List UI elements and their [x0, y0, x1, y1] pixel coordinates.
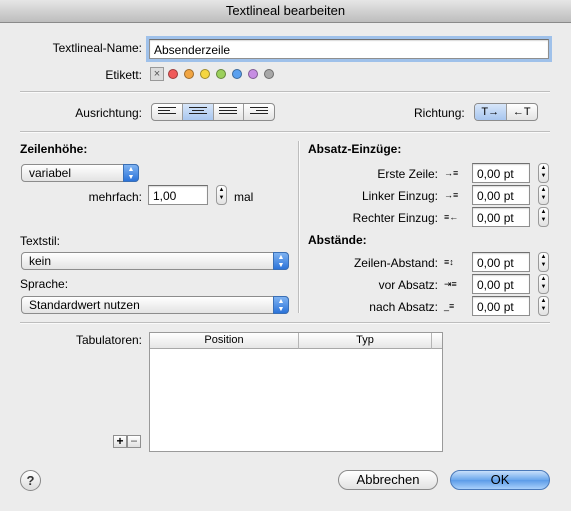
line-height-heading: Zeilenhöhe:	[20, 142, 88, 156]
align-right-button[interactable]	[243, 104, 274, 120]
line-height-popup[interactable]: variabel ▲ ▼	[21, 164, 139, 182]
label-label: Etikett:	[105, 68, 142, 82]
separator	[20, 131, 550, 133]
remove-tab-button[interactable]: −	[127, 435, 141, 448]
line-spacing-field[interactable]: 0,00 pt	[472, 252, 530, 272]
right-indent-label: Rechter Einzug:	[352, 211, 438, 225]
text-style-label: Textstil:	[20, 234, 61, 248]
left-indent-label: Linker Einzug:	[361, 189, 438, 203]
space-after-field[interactable]: 0,00 pt	[472, 296, 530, 316]
popup-arrows-icon: ▲ ▼	[273, 296, 289, 314]
align-left-button[interactable]	[152, 104, 182, 120]
tabs-column-position[interactable]: Position	[150, 333, 299, 349]
alignment-label: Ausrichtung:	[75, 106, 142, 120]
separator	[20, 322, 550, 324]
line-spacing-icon: ≡↕	[444, 257, 454, 267]
ok-button[interactable]: OK	[450, 470, 550, 490]
right-indent-icon: ≡←	[444, 212, 459, 222]
label-color-dot[interactable]	[216, 69, 226, 79]
label-none-button[interactable]: ×	[150, 67, 164, 81]
help-button[interactable]: ?	[20, 470, 41, 491]
right-indent-field[interactable]: 0,00 pt	[472, 207, 530, 227]
space-after-stepper[interactable]: ▲ ▼	[538, 296, 549, 316]
direction-label: Richtung:	[414, 106, 465, 120]
language-value: Standardwert nutzen	[29, 298, 140, 312]
popup-arrows-icon: ▲ ▼	[273, 252, 289, 270]
align-justify-button[interactable]	[212, 104, 244, 120]
align-left-icon	[157, 107, 176, 117]
multiple-stepper[interactable]: ▲ ▼	[216, 185, 227, 205]
text-style-popup[interactable]: kein ▲ ▼	[21, 252, 289, 270]
language-popup[interactable]: Standardwert nutzen ▲ ▼	[21, 296, 289, 314]
add-tab-button[interactable]: +	[113, 435, 127, 448]
space-after-label: nach Absatz:	[369, 300, 438, 314]
tabs-table[interactable]: Position Typ	[149, 332, 443, 452]
alignment-segmented	[151, 103, 275, 121]
line-spacing-label: Zeilen-Abstand:	[353, 256, 438, 270]
direction-ltr-button[interactable]: T→	[475, 104, 506, 120]
name-label: Textlineal-Name:	[52, 41, 142, 55]
first-line-label: Erste Zeile:	[377, 167, 438, 181]
first-line-indent-icon: →≡	[444, 168, 459, 178]
spacing-heading: Abstände:	[308, 233, 367, 247]
label-color-dot[interactable]	[232, 69, 242, 79]
multiple-field[interactable]: 1,00	[148, 185, 208, 205]
cancel-button[interactable]: Abbrechen	[338, 470, 438, 490]
label-color-dot[interactable]	[200, 69, 210, 79]
direction-segmented: T→ ←T	[474, 103, 538, 121]
right-indent-stepper[interactable]: ▲ ▼	[538, 207, 549, 227]
tabs-column-filler	[432, 333, 442, 349]
line-height-value: variabel	[29, 166, 72, 180]
align-justify-icon	[219, 107, 238, 117]
label-color-dot[interactable]	[248, 69, 258, 79]
label-color-dot[interactable]	[264, 69, 274, 79]
text-style-value: kein	[29, 254, 52, 268]
align-center-icon	[188, 107, 207, 117]
label-color-dot[interactable]	[184, 69, 194, 79]
first-line-stepper[interactable]: ▲ ▼	[538, 163, 549, 183]
column-separator	[298, 141, 300, 313]
label-color-dot[interactable]	[168, 69, 178, 79]
space-after-icon: _≡	[444, 301, 455, 311]
left-indent-icon: →≡	[444, 190, 459, 200]
tabs-label: Tabulatoren:	[75, 333, 142, 347]
space-before-stepper[interactable]: ▲ ▼	[538, 274, 549, 294]
direction-rtl-button[interactable]: ←T	[505, 104, 538, 120]
name-field[interactable]: Absenderzeile	[146, 36, 552, 62]
language-label: Sprache:	[20, 277, 69, 291]
first-line-field[interactable]: 0,00 pt	[472, 163, 530, 183]
dialog-body: Textlineal-Name: Absenderzeile Etikett: …	[0, 23, 571, 511]
separator	[20, 91, 550, 93]
left-indent-stepper[interactable]: ▲ ▼	[538, 185, 549, 205]
space-before-field[interactable]: 0,00 pt	[472, 274, 530, 294]
tabs-column-type[interactable]: Typ	[299, 333, 432, 349]
popup-arrows-icon: ▲ ▼	[123, 164, 139, 182]
multiple-label: mehrfach:	[88, 190, 142, 204]
left-indent-field[interactable]: 0,00 pt	[472, 185, 530, 205]
multiple-unit: mal	[234, 190, 254, 204]
align-center-button[interactable]	[181, 104, 213, 120]
space-before-icon: ⇥≡	[444, 279, 457, 289]
indents-heading: Absatz-Einzüge:	[308, 142, 402, 156]
align-right-icon	[250, 107, 269, 117]
space-before-label: vor Absatz:	[378, 278, 438, 292]
window-title: Textlineal bearbeiten	[0, 0, 571, 23]
line-spacing-stepper[interactable]: ▲ ▼	[538, 252, 549, 272]
